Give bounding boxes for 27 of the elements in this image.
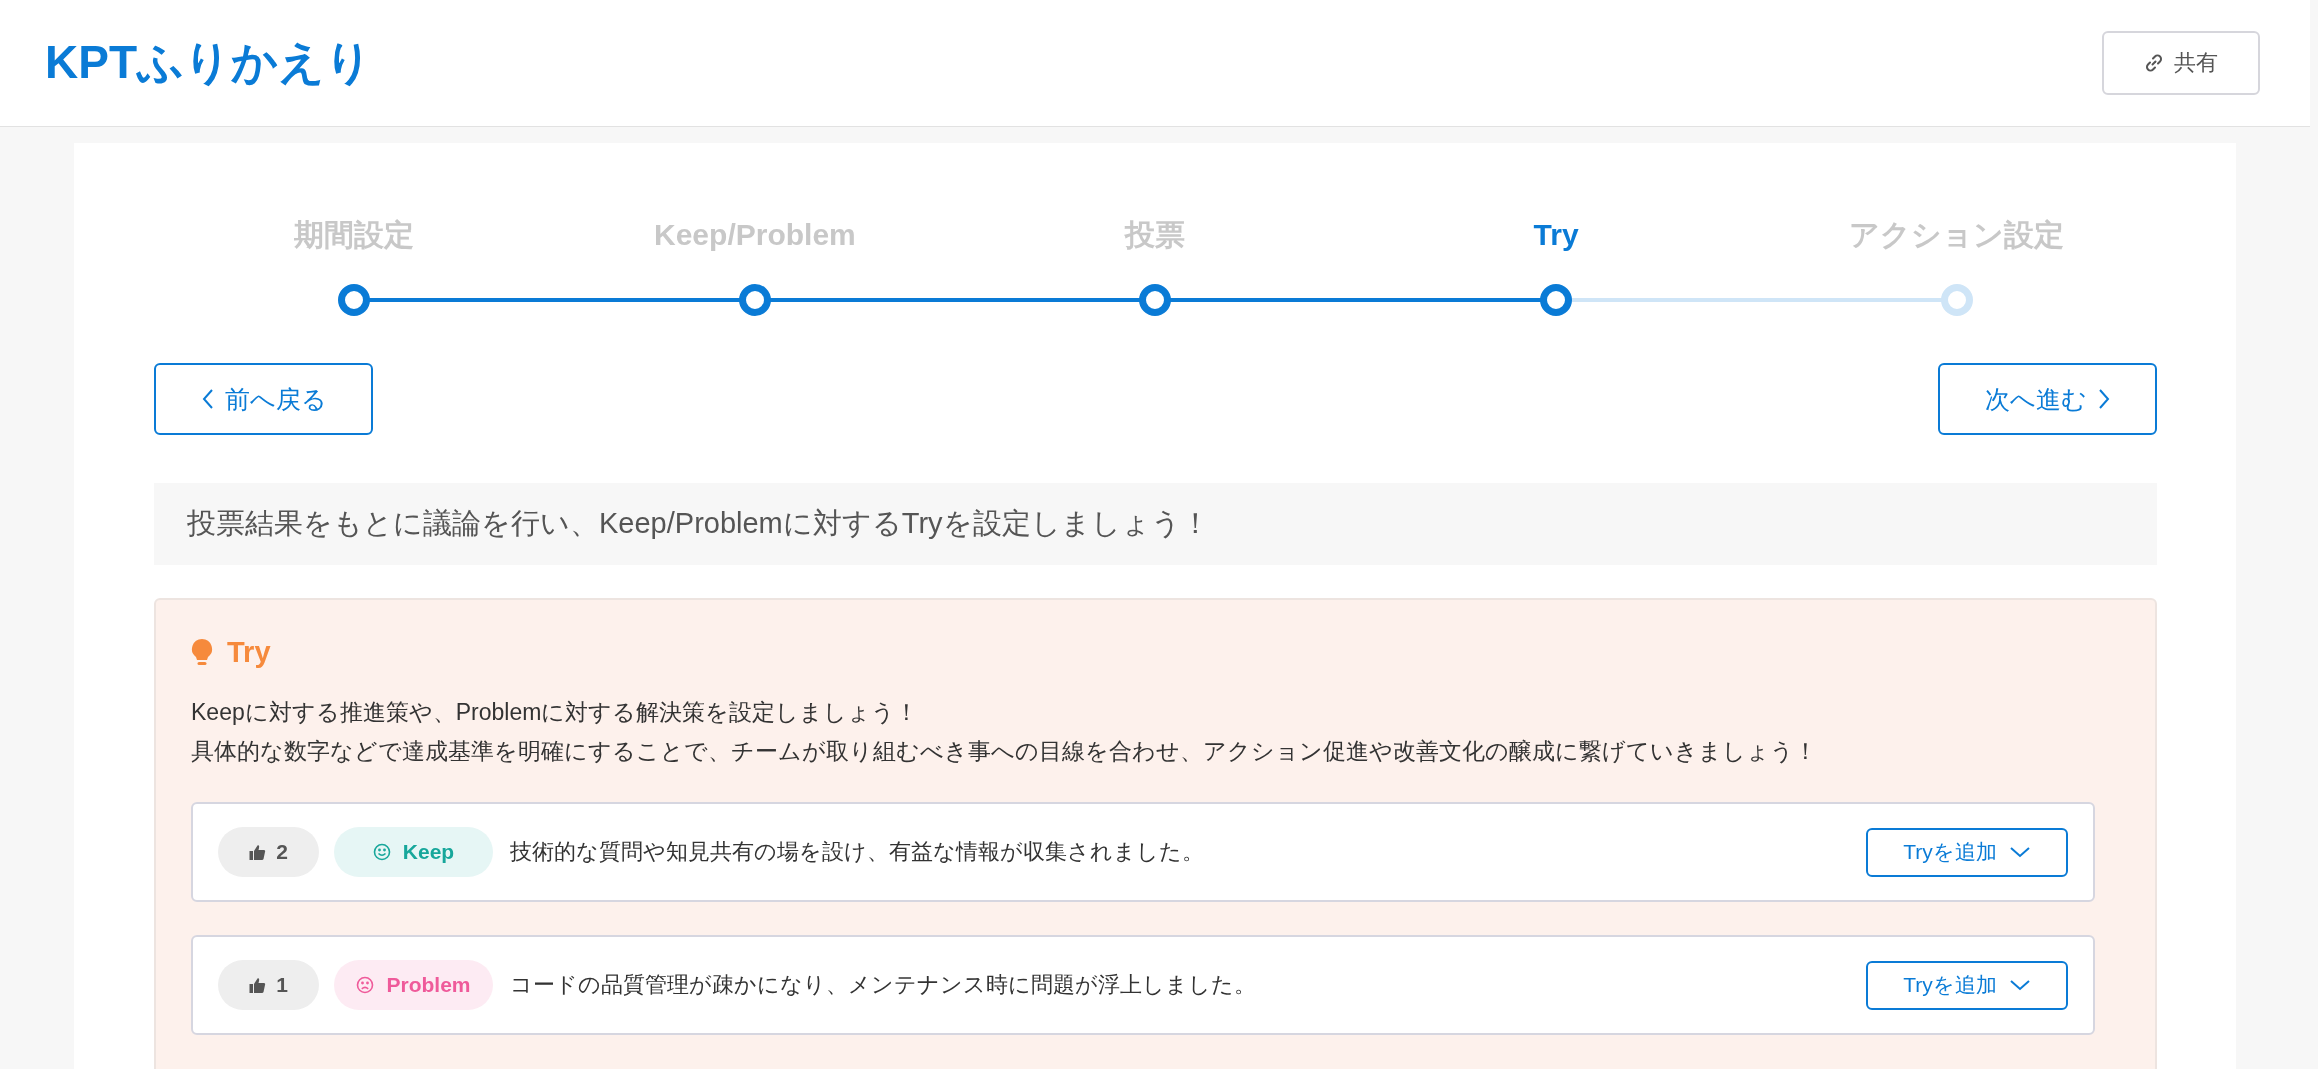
back-button[interactable]: 前へ戻る	[154, 363, 373, 435]
thumbs-up-icon	[249, 843, 267, 861]
category-tag: Problem	[334, 960, 493, 1010]
description-text: Keepに対する推進策や、Problemに対する解決策を設定しましょう！	[191, 698, 920, 727]
next-button[interactable]: 次へ進む	[1938, 363, 2157, 435]
lightbulb-icon	[191, 637, 213, 668]
chevron-left-icon	[200, 388, 215, 410]
smile-icon	[372, 843, 391, 861]
thumbs-up-icon	[249, 976, 267, 994]
item-text: コードの品質管理が疎かになり、メンテナンス時に問題が浮上しました。	[510, 971, 1257, 999]
chevron-down-icon	[2008, 845, 2031, 859]
add-try-button[interactable]: Tryを追加	[1866, 827, 2068, 877]
frown-icon	[356, 976, 375, 994]
add-try-button[interactable]: Tryを追加	[1866, 960, 2068, 1010]
instruction-text: 投票結果をもとに議論を行い、Keep/Problemに対するTryを設定しましょう！	[187, 506, 1210, 541]
app-title: KPTふりかえり	[45, 35, 372, 90]
category-tag: Keep	[334, 827, 493, 877]
vote-count: 1	[218, 960, 319, 1010]
description-text: 具体的な数字などで達成基準を明確にすることで、チームが取り組むべき事への目線を合わせ、アクション促進や改善文化の醸成に繋げていきましょう！	[191, 737, 1818, 766]
chevron-right-icon	[2096, 388, 2111, 410]
item-text: 技術的な質問や知見共有の場を設け、有益な情報が収集されました。	[510, 838, 1205, 866]
chevron-down-icon	[2008, 978, 2031, 992]
panel-title: Try	[227, 636, 271, 669]
step-label: Try	[1533, 217, 1579, 253]
share-button[interactable]: 共有	[2102, 31, 2260, 95]
vote-count: 2	[218, 827, 319, 877]
link-icon	[2144, 53, 2164, 73]
